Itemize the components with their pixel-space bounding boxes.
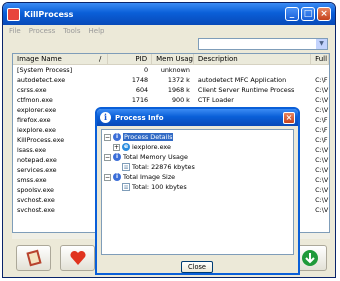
- title-bar[interactable]: KillProcess _ □ ×: [3, 3, 335, 25]
- tree-node-process-details[interactable]: − i Process Details: [104, 132, 291, 142]
- col-description[interactable]: Description: [194, 54, 312, 64]
- ie-icon: e: [122, 143, 130, 151]
- menu-tools[interactable]: Tools: [63, 27, 80, 35]
- tree-label-memory-value: Total: 22876 kbytes: [132, 163, 195, 171]
- cell-full-path: C:\V: [315, 196, 329, 204]
- table-row[interactable]: [System Process] 0 unknown: [13, 65, 329, 75]
- tree-label-details: Process Details: [123, 133, 174, 141]
- tree-node-process[interactable]: + e iexplore.exe: [104, 142, 291, 152]
- tree-label-image-value: Total: 100 kbytes: [132, 183, 187, 191]
- chevron-down-icon[interactable]: ▼: [316, 39, 327, 49]
- cell-mem-usage: 1372 k: [167, 76, 190, 84]
- book-icon: [25, 249, 42, 267]
- col-full-path[interactable]: Full: [311, 54, 329, 64]
- cell-full-path: C:\V: [315, 176, 329, 184]
- cell-image-name: ctfmon.exe: [17, 96, 53, 104]
- cell-full-path: C:\V: [315, 206, 329, 214]
- cell-mem-usage: 900 k: [171, 96, 190, 104]
- maximize-button[interactable]: □: [301, 7, 315, 21]
- tree-node-memory[interactable]: − i Total Memory Usage: [104, 152, 291, 162]
- tree-node-image[interactable]: − i Total Image Size: [104, 172, 291, 182]
- info-icon: i: [100, 112, 111, 123]
- info-node-icon: i: [113, 133, 121, 141]
- minimize-button[interactable]: _: [285, 7, 299, 21]
- cell-description: CTF Loader: [197, 96, 234, 104]
- window-title: KillProcess: [24, 9, 74, 19]
- cell-full-path: C:\V: [315, 156, 329, 164]
- collapse-icon[interactable]: −: [104, 153, 111, 161]
- cell-full-path: C:\F: [315, 76, 328, 84]
- expand-icon[interactable]: +: [113, 143, 120, 151]
- cell-full-path: C:\V: [315, 146, 329, 154]
- cell-pid: 1716: [131, 96, 149, 104]
- cell-pid: 0: [144, 66, 149, 74]
- col-pid[interactable]: PID: [108, 54, 153, 64]
- arrow-down-icon: [301, 250, 318, 266]
- cell-pid: 604: [135, 86, 149, 94]
- tree-node-image-value[interactable]: ≡ Total: 100 kbytes: [104, 182, 291, 192]
- document-icon: ≡: [122, 163, 130, 171]
- collapse-icon[interactable]: −: [104, 133, 111, 141]
- cell-full-path: C:\V: [315, 166, 329, 174]
- menu-bar: File Process Tools Help: [3, 25, 335, 37]
- menu-help[interactable]: Help: [89, 27, 105, 35]
- menu-process[interactable]: Process: [29, 27, 56, 35]
- table-row[interactable]: autodetect.exe 1748 1372 k autodetect MFC A…: [13, 75, 329, 85]
- table-row[interactable]: ctfmon.exe 1716 900 k CTF Loader C:\V: [13, 95, 329, 105]
- dialog-close-button[interactable]: ×: [283, 111, 295, 124]
- filter-combo[interactable]: ▼: [198, 38, 328, 50]
- cell-full-path: [311, 65, 329, 75]
- dialog-title-bar[interactable]: i Process Info ×: [97, 109, 298, 126]
- heart-icon: [69, 250, 86, 265]
- cell-full-path: C:\F: [315, 136, 328, 144]
- tree-label-memory: Total Memory Usage: [123, 153, 188, 161]
- info-button[interactable]: [16, 245, 51, 271]
- cell-full-path: C:\V: [315, 106, 329, 114]
- table-row[interactable]: csrss.exe 604 1968 k Client Server Runtime …: [13, 85, 329, 95]
- menu-file[interactable]: File: [9, 27, 21, 35]
- cell-full-path: C:\V: [315, 96, 329, 104]
- dialog-title: Process Info: [115, 113, 164, 122]
- tree-node-memory-value[interactable]: ≡ Total: 22876 kbytes: [104, 162, 291, 172]
- collapse-icon[interactable]: −: [104, 173, 111, 181]
- cell-pid: 1748: [131, 76, 149, 84]
- cell-description: [194, 65, 311, 75]
- col-mem-usage[interactable]: Mem Usage: [152, 54, 194, 64]
- close-button[interactable]: ×: [317, 7, 331, 21]
- tree-label-image: Total Image Size: [123, 173, 176, 181]
- tree-label-process: iexplore.exe: [132, 143, 171, 151]
- cell-full-path: C:\F: [315, 126, 328, 134]
- list-header: Image Name / PID Mem Usage Description F…: [13, 54, 329, 65]
- cell-full-path: C:\V: [315, 86, 329, 94]
- info-node-icon: i: [113, 173, 121, 181]
- cell-image-name: [System Process]: [17, 66, 73, 74]
- info-tree[interactable]: − i Process Details + e iexplore.exe − i…: [101, 129, 294, 255]
- cell-description: Client Server Runtime Process: [197, 86, 295, 94]
- col-image-name[interactable]: Image Name /: [13, 54, 109, 64]
- cell-image-name: csrss.exe: [17, 86, 47, 94]
- process-info-dialog: i Process Info × − i Process Details + e…: [95, 107, 300, 275]
- dialog-close-action-button[interactable]: Close: [181, 261, 213, 273]
- cell-description: autodetect MFC Application: [197, 76, 287, 84]
- app-icon: [7, 7, 20, 21]
- cell-image-name: autodetect.exe: [17, 76, 66, 84]
- cell-full-path: C:\V: [315, 186, 329, 194]
- cell-mem-usage: unknown: [160, 66, 190, 74]
- document-icon: ≡: [122, 183, 130, 191]
- cell-mem-usage: 1968 k: [167, 86, 190, 94]
- cell-full-path: C:\F: [315, 116, 328, 124]
- favorite-button[interactable]: [60, 245, 95, 271]
- info-node-icon: i: [113, 153, 121, 161]
